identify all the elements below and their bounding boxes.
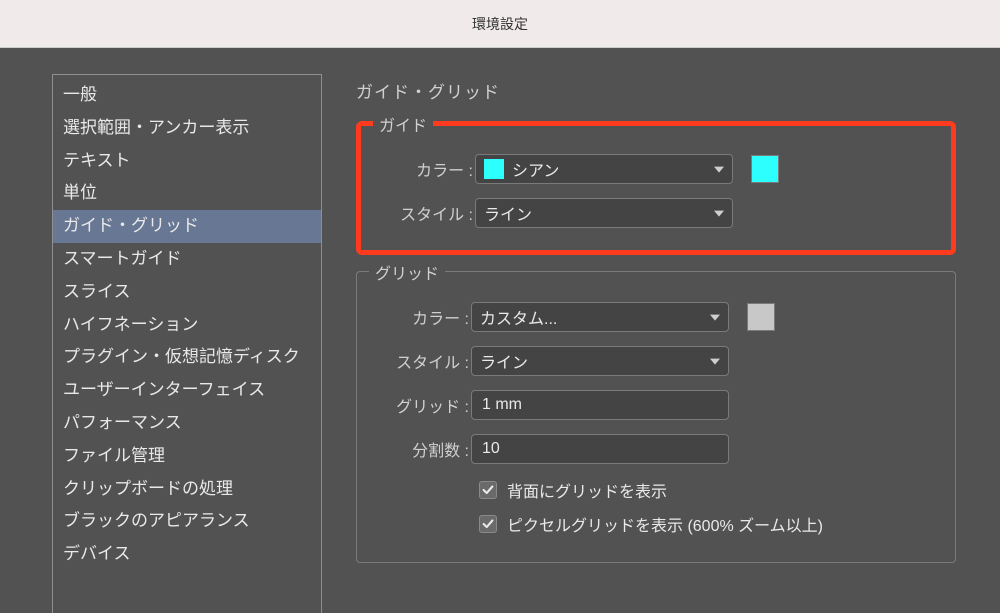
grid-group: グリッド カラー : カスタム... スタイル : ライン グリッド : [356,271,956,563]
guide-color-value: シアン [512,157,559,181]
grid-pixel-checkbox[interactable] [479,515,497,533]
grid-back-checkbox[interactable] [479,481,497,499]
guide-color-label: カラー : [379,157,475,181]
sidebar-item-guides-grid[interactable]: ガイド・グリッド [53,210,321,243]
guide-group: ガイド カラー : シアン スタイル : ライン [356,121,956,255]
window-titlebar: 環境設定 [0,0,1000,48]
guide-style-label: スタイル : [379,201,475,225]
grid-pixel-check-row: ピクセルグリッドを表示 (600% ズーム以上) [479,512,933,536]
grid-style-select[interactable]: ライン [471,346,729,376]
sidebar-item-hyphenation[interactable]: ハイフネーション [53,309,321,342]
sidebar-item-text[interactable]: テキスト [53,145,321,178]
sidebar-item-general[interactable]: 一般 [53,79,321,112]
guide-style-select[interactable]: ライン [475,198,733,228]
grid-color-select[interactable]: カスタム... [471,302,729,332]
guide-legend: ガイド [373,112,433,136]
sidebar-item-slices[interactable]: スライス [53,276,321,309]
sidebar-item-plugins-scratch[interactable]: プラグイン・仮想記憶ディスク [53,341,321,374]
guide-color-row: カラー : シアン [379,154,929,184]
grid-back-check-row: 背面にグリッドを表示 [479,478,933,502]
sidebar-item-black-appearance[interactable]: ブラックのアピアランス [53,505,321,538]
chevron-down-icon [710,315,720,321]
grid-legend: グリッド [369,260,445,284]
grid-subdivisions-input[interactable] [471,434,729,464]
guide-style-row: スタイル : ライン [379,198,929,228]
grid-color-value: カスタム... [480,305,557,329]
grid-color-label: カラー : [375,305,471,329]
sidebar-item-user-interface[interactable]: ユーザーインターフェイス [53,374,321,407]
grid-spacing-label: グリッド : [375,393,471,417]
guide-color-inline-swatch [484,159,504,179]
grid-color-swatch[interactable] [747,303,775,331]
guide-color-swatch[interactable] [751,155,779,183]
page-title: ガイド・グリッド [356,78,1000,103]
grid-subdivisions-label: 分割数 : [375,437,471,461]
chevron-down-icon [714,211,724,217]
grid-spacing-row: グリッド : [375,390,933,420]
grid-style-value: ライン [480,349,528,373]
chevron-down-icon [710,359,720,365]
guide-style-value: ライン [484,201,532,225]
check-icon [481,483,495,497]
window-title: 環境設定 [472,14,528,34]
guide-color-select[interactable]: シアン [475,154,733,184]
grid-pixel-check-label: ピクセルグリッドを表示 (600% ズーム以上) [507,512,823,536]
grid-spacing-input[interactable] [471,390,729,420]
grid-subdivisions-row: 分割数 : [375,434,933,464]
sidebar-item-devices[interactable]: デバイス [53,538,321,571]
grid-style-row: スタイル : ライン [375,346,933,376]
grid-color-row: カラー : カスタム... [375,302,933,332]
preferences-sidebar: 一般 選択範囲・アンカー表示 テキスト 単位 ガイド・グリッド スマートガイド … [52,74,322,613]
sidebar-item-file-handling[interactable]: ファイル管理 [53,440,321,473]
grid-back-check-label: 背面にグリッドを表示 [507,478,667,502]
sidebar-item-performance[interactable]: パフォーマンス [53,407,321,440]
sidebar-item-units[interactable]: 単位 [53,177,321,210]
preferences-main: ガイド・グリッド ガイド カラー : シアン スタイル : ライン [322,74,1000,613]
window-body: 一般 選択範囲・アンカー表示 テキスト 単位 ガイド・グリッド スマートガイド … [0,48,1000,613]
chevron-down-icon [714,167,724,173]
sidebar-item-smart-guides[interactable]: スマートガイド [53,243,321,276]
grid-style-label: スタイル : [375,349,471,373]
sidebar-item-clipboard[interactable]: クリップボードの処理 [53,473,321,506]
sidebar-item-selection-anchor[interactable]: 選択範囲・アンカー表示 [53,112,321,145]
check-icon [481,517,495,531]
